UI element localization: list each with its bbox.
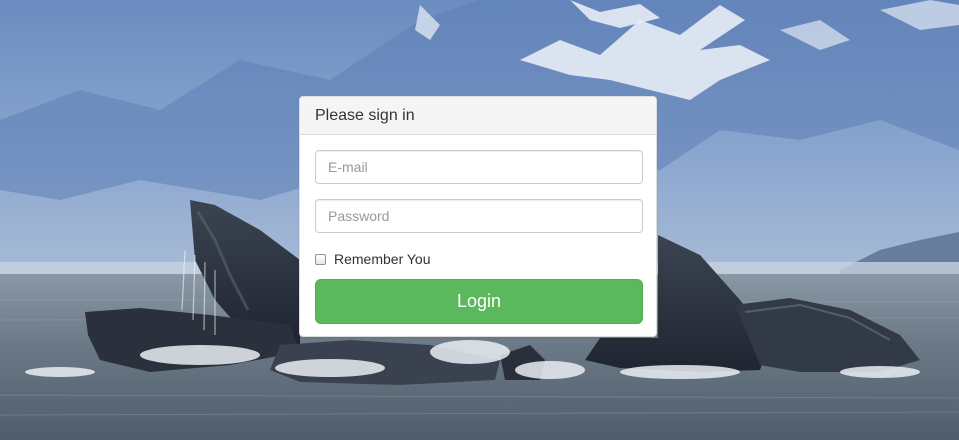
login-title: Please sign in [315,106,415,124]
password-group [315,199,643,233]
remember-label[interactable]: Remember You [334,251,431,267]
email-group [315,150,643,184]
login-form: Remember You Login [300,135,656,324]
password-input[interactable] [315,199,643,233]
login-panel-heading: Please sign in [300,97,656,135]
login-panel: Please sign in Remember You Login [299,96,657,337]
remember-row[interactable]: Remember You [315,249,641,269]
email-input[interactable] [315,150,643,184]
login-button[interactable]: Login [315,279,643,324]
remember-checkbox[interactable] [315,253,326,265]
